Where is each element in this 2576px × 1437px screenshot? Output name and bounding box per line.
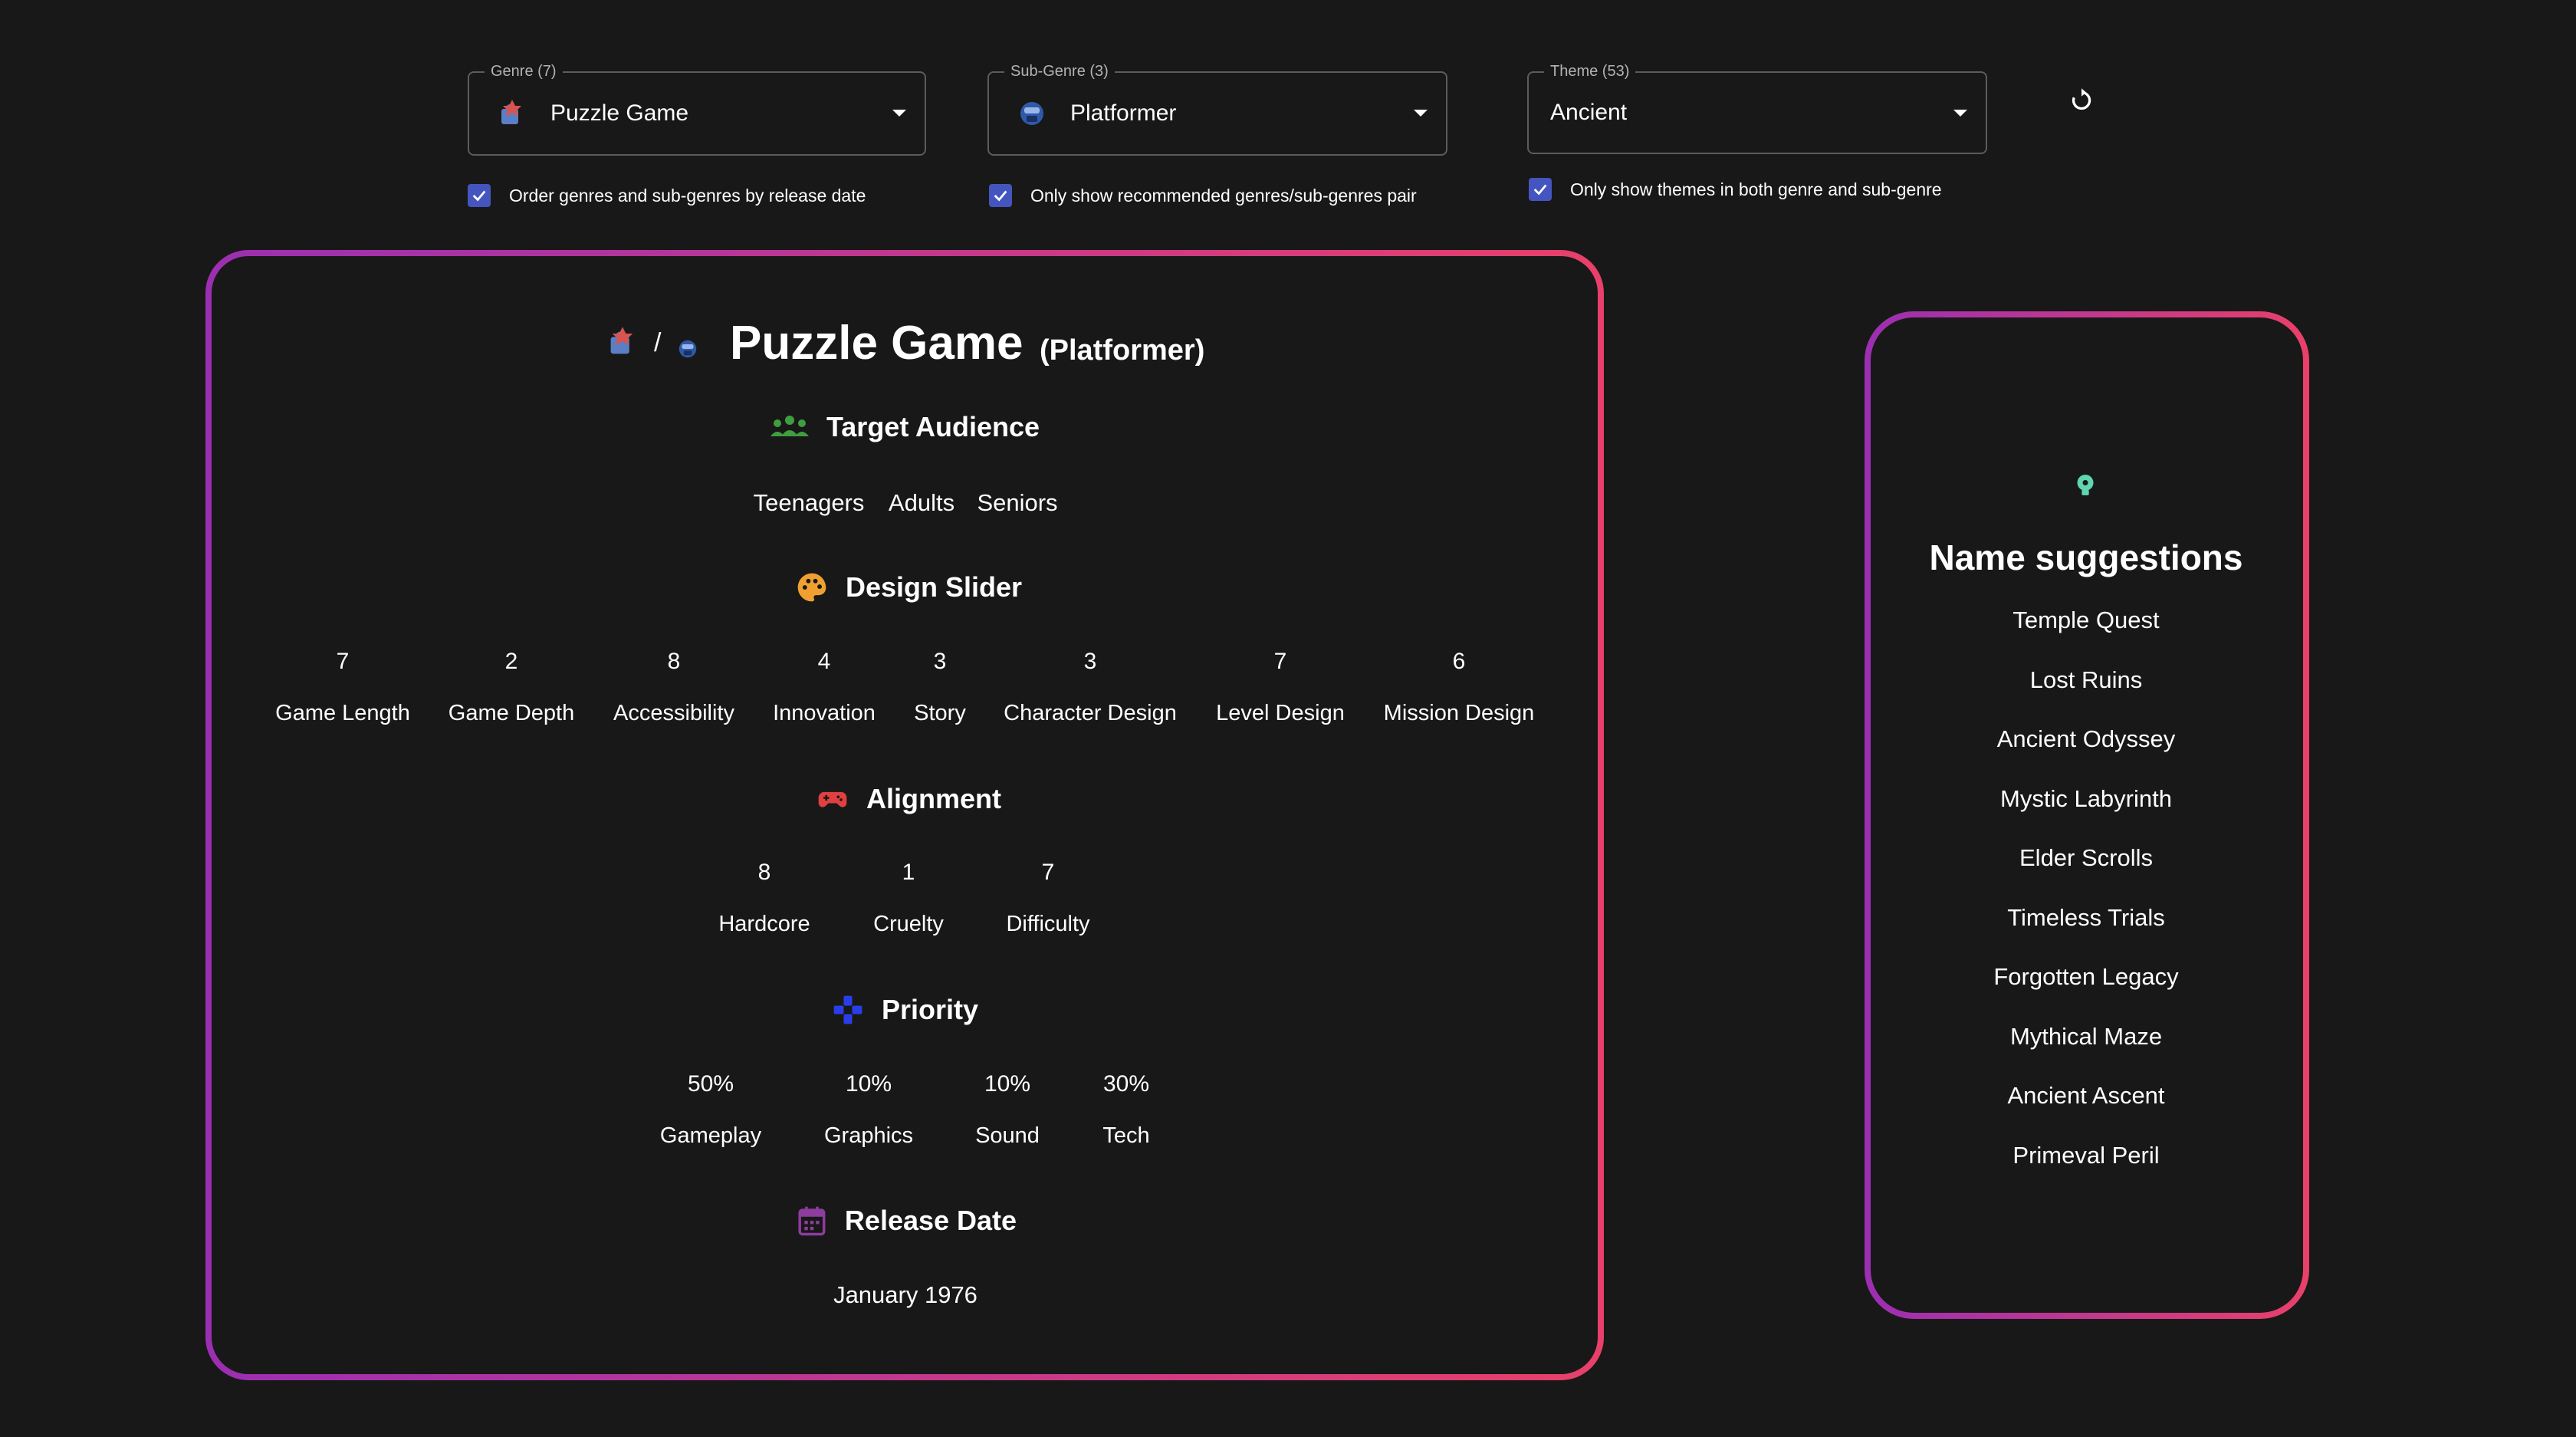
name-suggestion-item: Primeval Peril <box>2013 1142 2160 1169</box>
palette-icon <box>797 573 826 602</box>
priority-label-sound: Sound <box>975 1123 1040 1148</box>
priority-value-graphics: 10% <box>845 1071 892 1097</box>
name-suggestion-item: Ancient Odyssey <box>1996 725 2176 752</box>
themes-both-checkbox[interactable]: Only show themes in both genre and sub-g… <box>1529 178 1942 201</box>
name-suggestion-item: Lost Ruins <box>2029 666 2143 693</box>
recommended-pair-label: Only show recommended genres/sub-genres … <box>1030 185 1417 206</box>
priority-heading-text: Priority <box>881 994 979 1025</box>
design-label-story: Story <box>914 701 966 725</box>
platformer-subgenre-icon <box>1020 102 1043 125</box>
alignment-heading-text: Alignment <box>866 783 1001 814</box>
puzzle-genre-icon <box>610 327 633 354</box>
design-value-mission-design: 6 <box>1452 649 1466 674</box>
lightbulb-icon <box>2077 475 2094 495</box>
puzzle-genre-icon <box>501 100 521 124</box>
alignment-value-cruelty: 1 <box>902 860 915 885</box>
alignment-value-hardcore: 8 <box>757 860 771 885</box>
design-label-game-depth: Game Depth <box>448 701 575 725</box>
theme-select-value: Ancient <box>1550 100 1628 125</box>
alignment-label-cruelty: Cruelty <box>873 912 944 936</box>
alignment-label-difficulty: Difficulty <box>1006 912 1090 936</box>
audience-item: Teenagers <box>753 489 865 516</box>
release-date-heading-text: Release Date <box>844 1205 1017 1236</box>
design-value-innovation: 4 <box>817 649 831 674</box>
priority-value-tech: 30% <box>1102 1071 1150 1097</box>
order-by-release-label: Order genres and sub-genres by release d… <box>509 185 866 206</box>
name-suggestion-item: Mythical Maze <box>2009 1023 2163 1050</box>
subgenre-select-value: Platformer <box>1070 100 1177 126</box>
chevron-down-icon[interactable] <box>1414 110 1428 117</box>
design-value-character-design: 3 <box>1083 649 1097 674</box>
release-date-heading: Release Date <box>796 1204 1017 1238</box>
design-value-accessibility: 8 <box>667 649 681 674</box>
audience-item: Adults <box>888 489 955 516</box>
dpad-icon <box>833 995 863 1024</box>
genre-select-value: Puzzle Game <box>550 100 689 126</box>
design-value-story: 3 <box>933 649 947 674</box>
genre-select-legend: Genre (7) <box>485 62 563 81</box>
calendar-icon <box>798 1206 826 1236</box>
subgenre-select-legend: Sub-Genre (3) <box>1004 62 1115 81</box>
design-value-level-design: 7 <box>1273 649 1287 674</box>
audience-item: Seniors <box>977 489 1058 516</box>
priority-heading: Priority <box>831 993 978 1027</box>
priority-label-tech: Tech <box>1102 1123 1150 1148</box>
design-label-mission-design: Mission Design <box>1383 701 1535 725</box>
genre-select[interactable]: Genre (7) Puzzle Game <box>468 62 926 156</box>
name-suggestion-item: Forgotten Legacy <box>1993 963 2179 990</box>
page-title: Puzzle Game <box>730 317 1024 370</box>
recommended-pair-checkbox[interactable]: Only show recommended genres/sub-genres … <box>989 184 1417 207</box>
name-suggestion-item: Ancient Ascent <box>2007 1082 2165 1109</box>
name-suggestion-item: Timeless Trials <box>2007 904 2165 931</box>
checkbox-checked-icon[interactable] <box>989 184 1012 207</box>
alignment-heading: Alignment <box>816 782 1001 816</box>
target-audience-heading-text: Target Audience <box>826 411 1040 442</box>
release-date-value: January 1976 <box>833 1281 978 1308</box>
order-by-release-checkbox[interactable]: Order genres and sub-genres by release d… <box>468 184 866 207</box>
design-label-character-design: Character Design <box>1004 701 1177 725</box>
design-label-game-length: Game Length <box>275 701 410 725</box>
page-subtitle: (Platformer) <box>1040 334 1205 367</box>
target-audience-heading: Target Audience <box>770 411 1040 443</box>
priority-label-gameplay: Gameplay <box>659 1123 762 1148</box>
alignment-label-hardcore: Hardcore <box>718 912 810 936</box>
theme-select-legend: Theme (53) <box>1544 62 1636 81</box>
priority-value-sound: 10% <box>984 1071 1031 1097</box>
checkbox-checked-icon[interactable] <box>1529 178 1552 201</box>
platformer-subgenre-icon <box>678 340 697 358</box>
priority-value-gameplay: 50% <box>687 1071 734 1097</box>
alignment-value-difficulty: 7 <box>1041 860 1055 885</box>
theme-select[interactable]: Theme (53) Ancient <box>1527 62 1987 154</box>
design-value-game-depth: 2 <box>504 649 518 674</box>
design-value-game-length: 7 <box>336 649 350 674</box>
title-separator: / <box>654 328 662 357</box>
name-suggestion-item: Elder Scrolls <box>2019 844 2153 871</box>
name-suggestion-item: Temple Quest <box>2013 607 2160 633</box>
checkbox-checked-icon[interactable] <box>468 184 491 207</box>
design-label-innovation: Innovation <box>773 701 876 725</box>
name-suggestions-heading: Name suggestions <box>1929 538 2243 577</box>
design-label-accessibility: Accessibility <box>613 701 734 725</box>
design-slider-heading-text: Design Slider <box>845 571 1023 603</box>
refresh-icon[interactable] <box>2068 87 2095 114</box>
themes-both-label: Only show themes in both genre and sub-g… <box>1570 179 1942 199</box>
name-suggestion-item: Mystic Labyrinth <box>2000 785 2172 812</box>
chevron-down-icon[interactable] <box>892 110 906 117</box>
design-label-level-design: Level Design <box>1216 701 1345 725</box>
chevron-down-icon[interactable] <box>1953 110 1967 117</box>
priority-label-graphics: Graphics <box>823 1123 914 1148</box>
gamepad-icon <box>818 791 847 807</box>
subgenre-select[interactable]: Sub-Genre (3) Platformer <box>987 62 1447 156</box>
design-slider-heading: Design Slider <box>795 571 1022 604</box>
group-icon <box>770 416 809 436</box>
